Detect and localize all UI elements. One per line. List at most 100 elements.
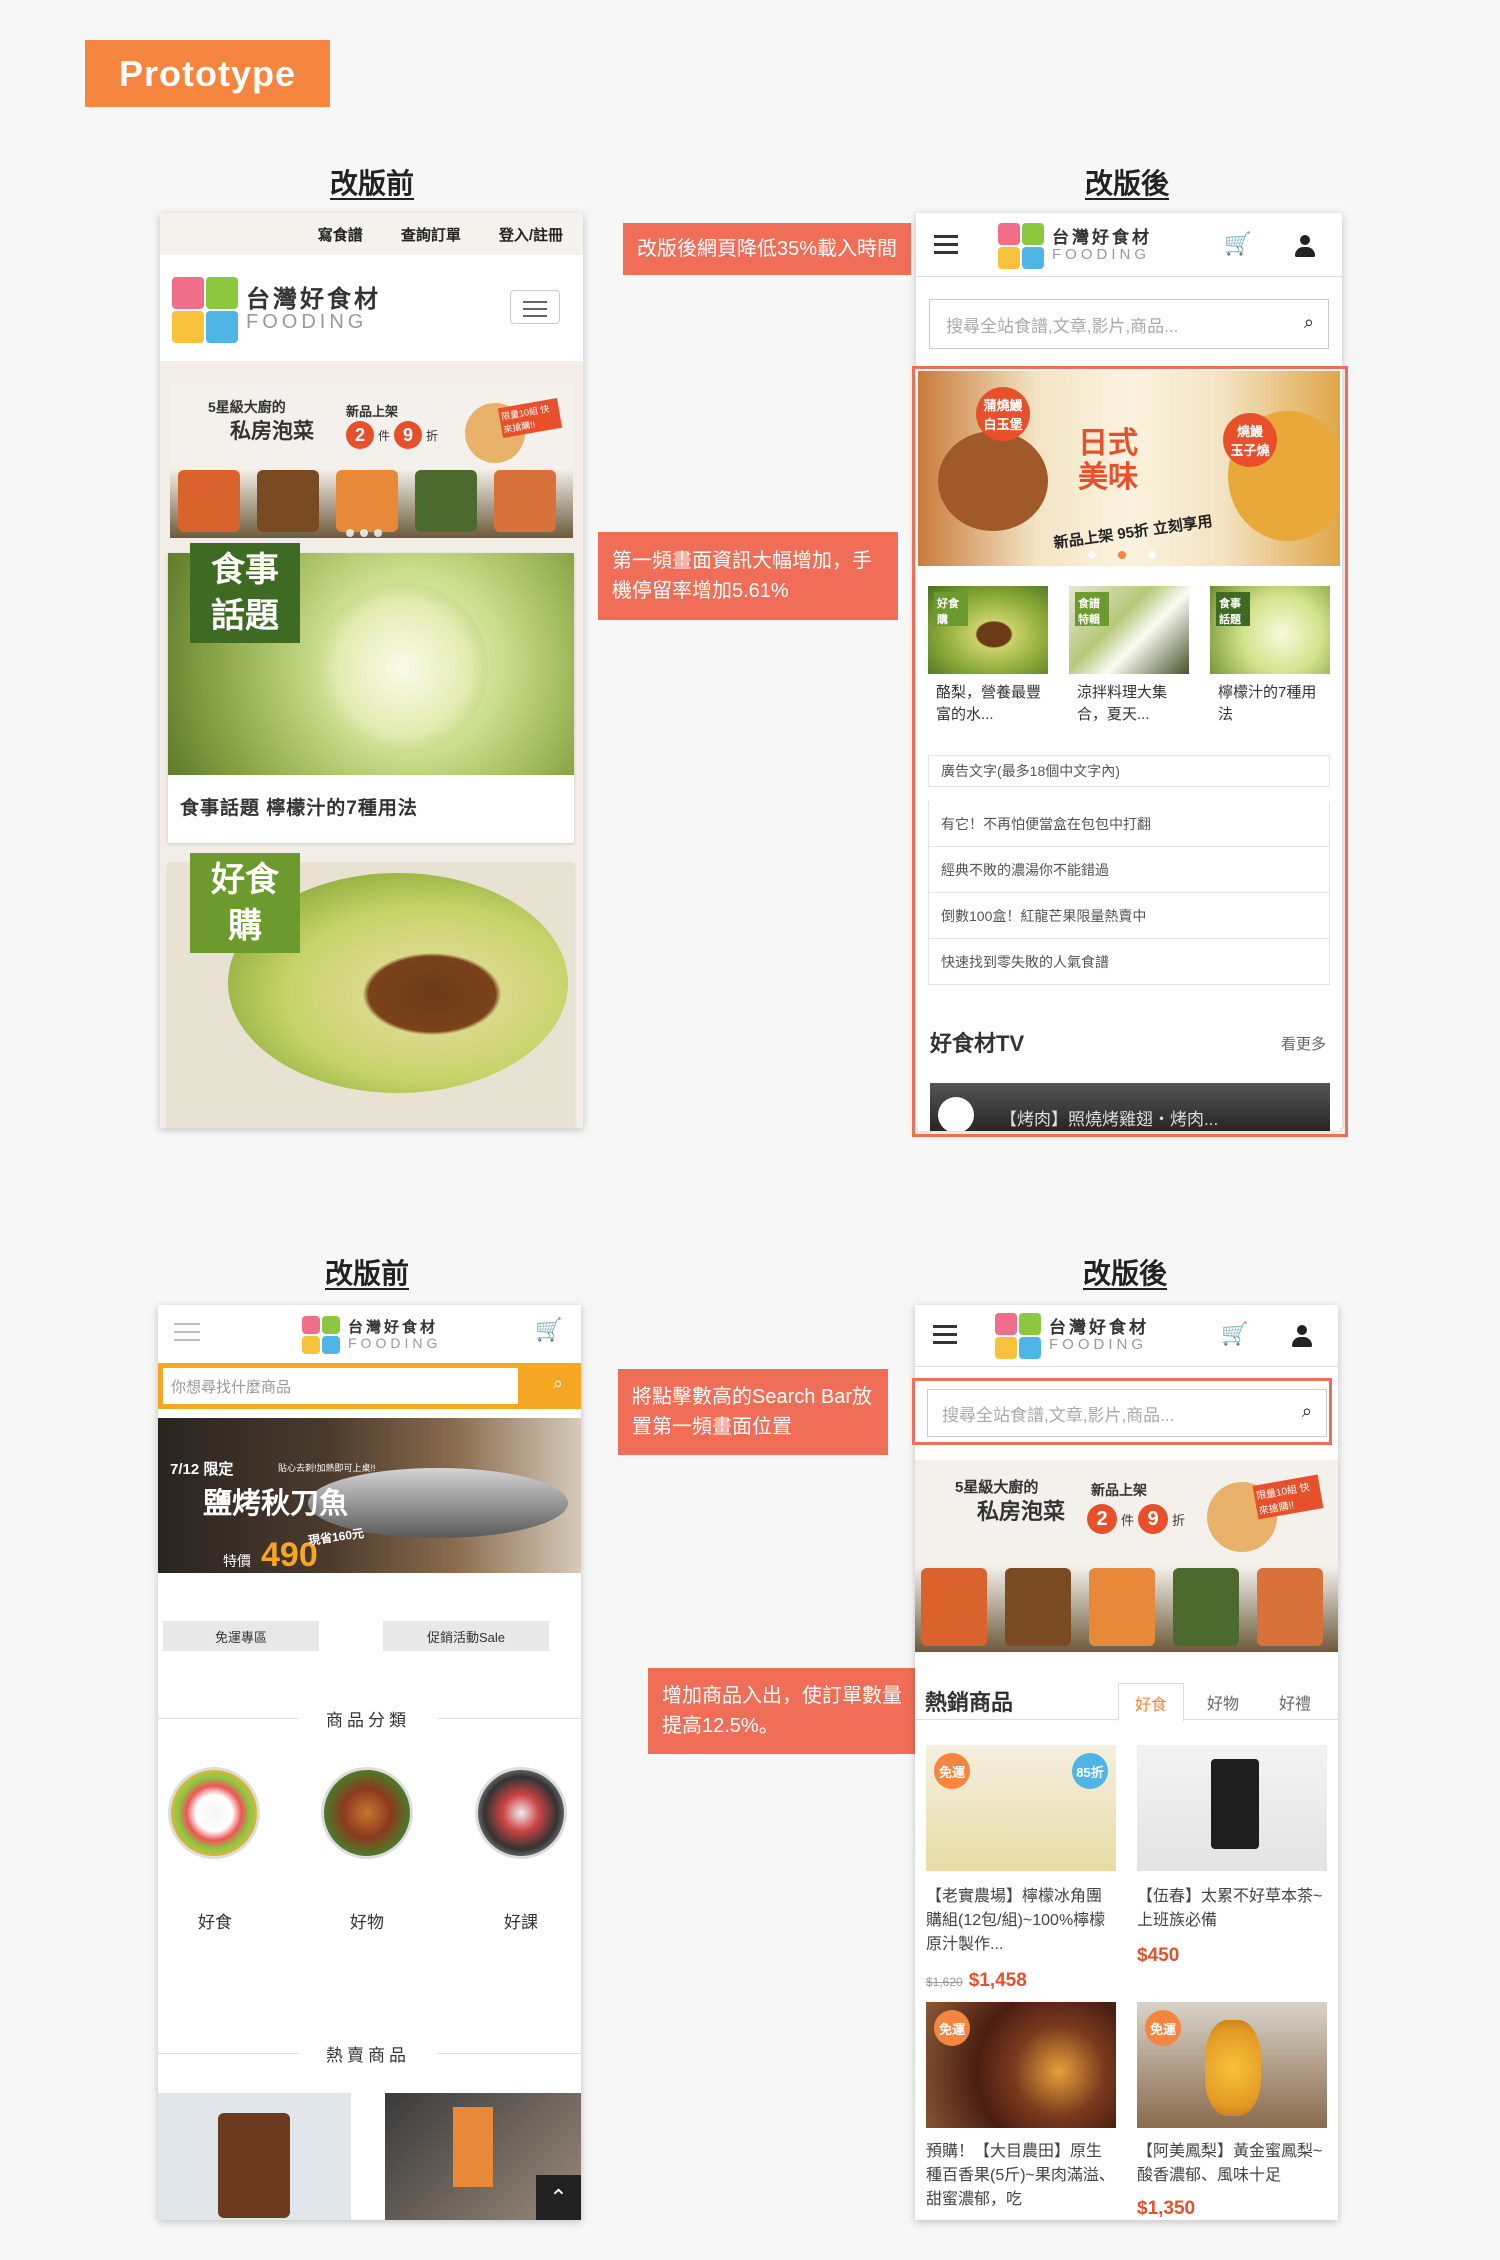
shop-label-line1: 好食	[211, 861, 279, 899]
ad-row[interactable]: 有它！不再怕便當盒在包包中打翻	[928, 801, 1330, 847]
logo-subtext: FOODING	[246, 311, 368, 334]
menu-icon[interactable]	[933, 1325, 957, 1349]
search-input[interactable]: 搜尋全站食譜,文章,影片,商品...	[946, 312, 1178, 337]
limit-badge: 限量10組 快來搶購!!	[497, 398, 563, 438]
see-more-link[interactable]: 看更多	[1281, 1033, 1326, 1054]
logo-text: 台灣好食材	[348, 1318, 439, 1336]
search-bar[interactable]: 搜尋全站食譜,文章,影片,商品... ⌕	[929, 299, 1329, 349]
product-card[interactable]: 【伍春】太累不好草本茶~上班族必備 $450	[1137, 1745, 1327, 1995]
tab-gift[interactable]: 好禮	[1262, 1683, 1328, 1721]
banner-deal: 2件9折	[1087, 1504, 1185, 1534]
topic-label-line1: 食事	[211, 551, 279, 589]
heading-before-1: 改版前	[330, 168, 415, 199]
user-icon[interactable]	[1291, 1325, 1313, 1347]
category-label[interactable]: 好物	[350, 1908, 384, 1933]
free-shipping-badge: 免運	[1145, 2010, 1181, 2046]
tab-goods[interactable]: 好物	[1190, 1683, 1256, 1721]
logo[interactable]: 台灣好食材 FOODING	[995, 1313, 1149, 1359]
product-card[interactable]: 免運 預購！【大目農田】原生種百香果(5斤)~果肉滿溢、甜蜜濃郁，吃	[926, 2002, 1116, 2220]
cart-icon[interactable]: 🛒	[1221, 1321, 1248, 1347]
user-icon[interactable]	[1294, 235, 1316, 257]
header: 台灣好食材 FOODING 🛒	[158, 1305, 581, 1363]
right-badge-line1: 燒鰻	[1236, 424, 1263, 439]
carousel-dot[interactable]	[1148, 551, 1156, 559]
category-label[interactable]: 好食	[198, 1908, 232, 1933]
logo-subtext: FOODING	[1049, 1336, 1147, 1354]
deal-num-b: 9	[1138, 1504, 1169, 1534]
kimchi-banner[interactable]: 5星級大廚的 私房泡菜 新品上架 2件9折 限量10組 快來搶購!!	[170, 383, 573, 538]
product-title: 【老實農場】檸檬冰角團購組(12包/組)~100%檸檬原汁製作...	[926, 1888, 1106, 1953]
promo-banner[interactable]: 蒲燒鰻 白玉堡 燒鰻 玉子燒 日式 美味 新品上架 95折 立刻享用	[918, 371, 1340, 566]
price-row: $1,620 $1,458	[926, 1970, 1027, 1992]
category-image-class[interactable]	[475, 1767, 567, 1859]
jar	[1089, 1568, 1155, 1646]
right-badge: 燒鰻 玉子燒	[1223, 413, 1277, 467]
video-thumbnail[interactable]: 【烤肉】照燒烤雞翅・烤肉...	[930, 1083, 1330, 1131]
shop-card[interactable]: 好食購	[168, 853, 574, 1128]
burger-image	[938, 431, 1048, 531]
jar	[494, 470, 556, 532]
deal-num-a: 2	[1087, 1504, 1117, 1534]
free-shipping-button[interactable]: 免運專區	[163, 1621, 319, 1651]
carousel-dot[interactable]	[1088, 551, 1096, 559]
hot-title: 熱賣商品	[298, 2040, 438, 2066]
banner-sub: 貼心去刺!加熱即可上桌!!	[278, 1463, 376, 1473]
tile-lemon[interactable]: 食事話題 檸檬汁的7種用法	[1210, 586, 1330, 736]
tile-text: 酪梨，營養最豐富的水...	[936, 684, 1042, 723]
scroll-top-icon[interactable]: ⌃	[536, 2175, 581, 2220]
ad-row[interactable]: 經典不敗的濃湯你不能錯過	[928, 847, 1330, 893]
cart-icon[interactable]: 🛒	[1224, 231, 1251, 257]
menu-icon[interactable]	[174, 1323, 200, 1341]
logo[interactable]: 台灣好食材 FOODING	[302, 1316, 441, 1354]
ad-text: 廣告文字(最多18個中文字內)	[941, 763, 1120, 779]
nav-order-query[interactable]: 查詢訂單	[401, 224, 461, 245]
kimchi-banner[interactable]: 5星級大廚的 私房泡菜 新品上架 2件9折 限量10組 快來搶購!!	[915, 1460, 1338, 1652]
tile-recipe[interactable]: 食譜特輯 涼拌料理大集合，夏天...	[1069, 586, 1189, 736]
nav-login[interactable]: 登入/註冊	[499, 224, 563, 245]
tile-avocado[interactable]: 好食購 酪梨，營養最豐富的水...	[928, 586, 1048, 736]
carousel-dot[interactable]	[360, 529, 368, 537]
product-bag	[218, 2113, 290, 2218]
category-label[interactable]: 好課	[504, 1908, 538, 1933]
nav-write-recipe[interactable]: 寫食譜	[318, 224, 363, 245]
phone-before-2: 台灣好食材 FOODING 🛒 你想尋找什麼商品 ⌕ 7/12 限定 貼心去刺!加…	[158, 1305, 581, 2220]
search-icon[interactable]: ⌕	[1304, 312, 1314, 333]
product-card[interactable]: 免運 85折 【老實農場】檸檬冰角團購組(12包/組)~100%檸檬原汁製作..…	[926, 1745, 1116, 1995]
callout-retention: 第一頻畫面資訊大幅增加，手機停留率增加5.61%	[598, 532, 898, 620]
fish-banner[interactable]: 7/12 限定 貼心去刺!加熱即可上桌!! 鹽烤秋刀魚 特價 490 現省160…	[158, 1418, 581, 1573]
carousel-dot[interactable]	[346, 529, 354, 537]
logo-text: 台灣好食材	[1052, 228, 1152, 248]
promotion-button[interactable]: 促銷活動Sale	[383, 1621, 549, 1651]
search-bar[interactable]: 你想尋找什麼商品 ⌕	[158, 1363, 581, 1409]
topic-card[interactable]: 食事 話題 食事話題 檸檬汁的7種用法	[168, 543, 574, 843]
free-shipping-badge: 免運	[934, 1753, 970, 1789]
logo[interactable]: 台灣好食材 FOODING	[172, 277, 381, 343]
deal-mid: 件	[1121, 1512, 1135, 1528]
product-box	[453, 2107, 493, 2187]
tab-food[interactable]: 好食	[1118, 1683, 1184, 1721]
deal-end: 折	[426, 428, 439, 443]
header: 台灣好食材 FOODING 🛒	[915, 1305, 1338, 1367]
carousel-dot-active[interactable]	[1118, 551, 1126, 559]
ad-text: 有它！不再怕便當盒在包包中打翻	[941, 815, 1151, 832]
ad-row[interactable]: 倒數100盒！紅龍芒果限量熱賣中	[928, 893, 1330, 939]
product-image[interactable]	[158, 2093, 351, 2220]
menu-button[interactable]	[510, 290, 560, 324]
search-icon[interactable]: ⌕	[553, 1373, 563, 1394]
callout-load-time: 改版後網頁降低35%載入時間	[623, 223, 912, 275]
ad-row[interactable]: 快速找到零失敗的人氣食譜	[928, 939, 1330, 985]
search-input[interactable]: 你想尋找什麼商品	[163, 1368, 518, 1404]
menu-icon[interactable]	[934, 235, 958, 259]
category-image-goods[interactable]	[321, 1767, 413, 1859]
tv-title: 好食材TV	[930, 1031, 1025, 1056]
ad-row[interactable]: 廣告文字(最多18個中文字內)	[928, 755, 1330, 787]
banner-title: 日式 美味	[1078, 427, 1138, 495]
logo-subtext: FOODING	[1052, 246, 1150, 264]
logo[interactable]: 台灣好食材 FOODING	[998, 223, 1152, 269]
carousel-dot[interactable]	[374, 529, 382, 537]
product-image[interactable]: ⌃	[385, 2093, 581, 2220]
product-card[interactable]: 免運 【阿美鳳梨】黃金蜜鳳梨~酸香濃郁、風味十足 $1,350	[1137, 2002, 1327, 2220]
top-nav: 寫食譜 查詢訂單 登入/註冊	[160, 213, 583, 255]
cart-icon[interactable]: 🛒	[535, 1317, 562, 1343]
category-image-food[interactable]	[168, 1767, 260, 1859]
